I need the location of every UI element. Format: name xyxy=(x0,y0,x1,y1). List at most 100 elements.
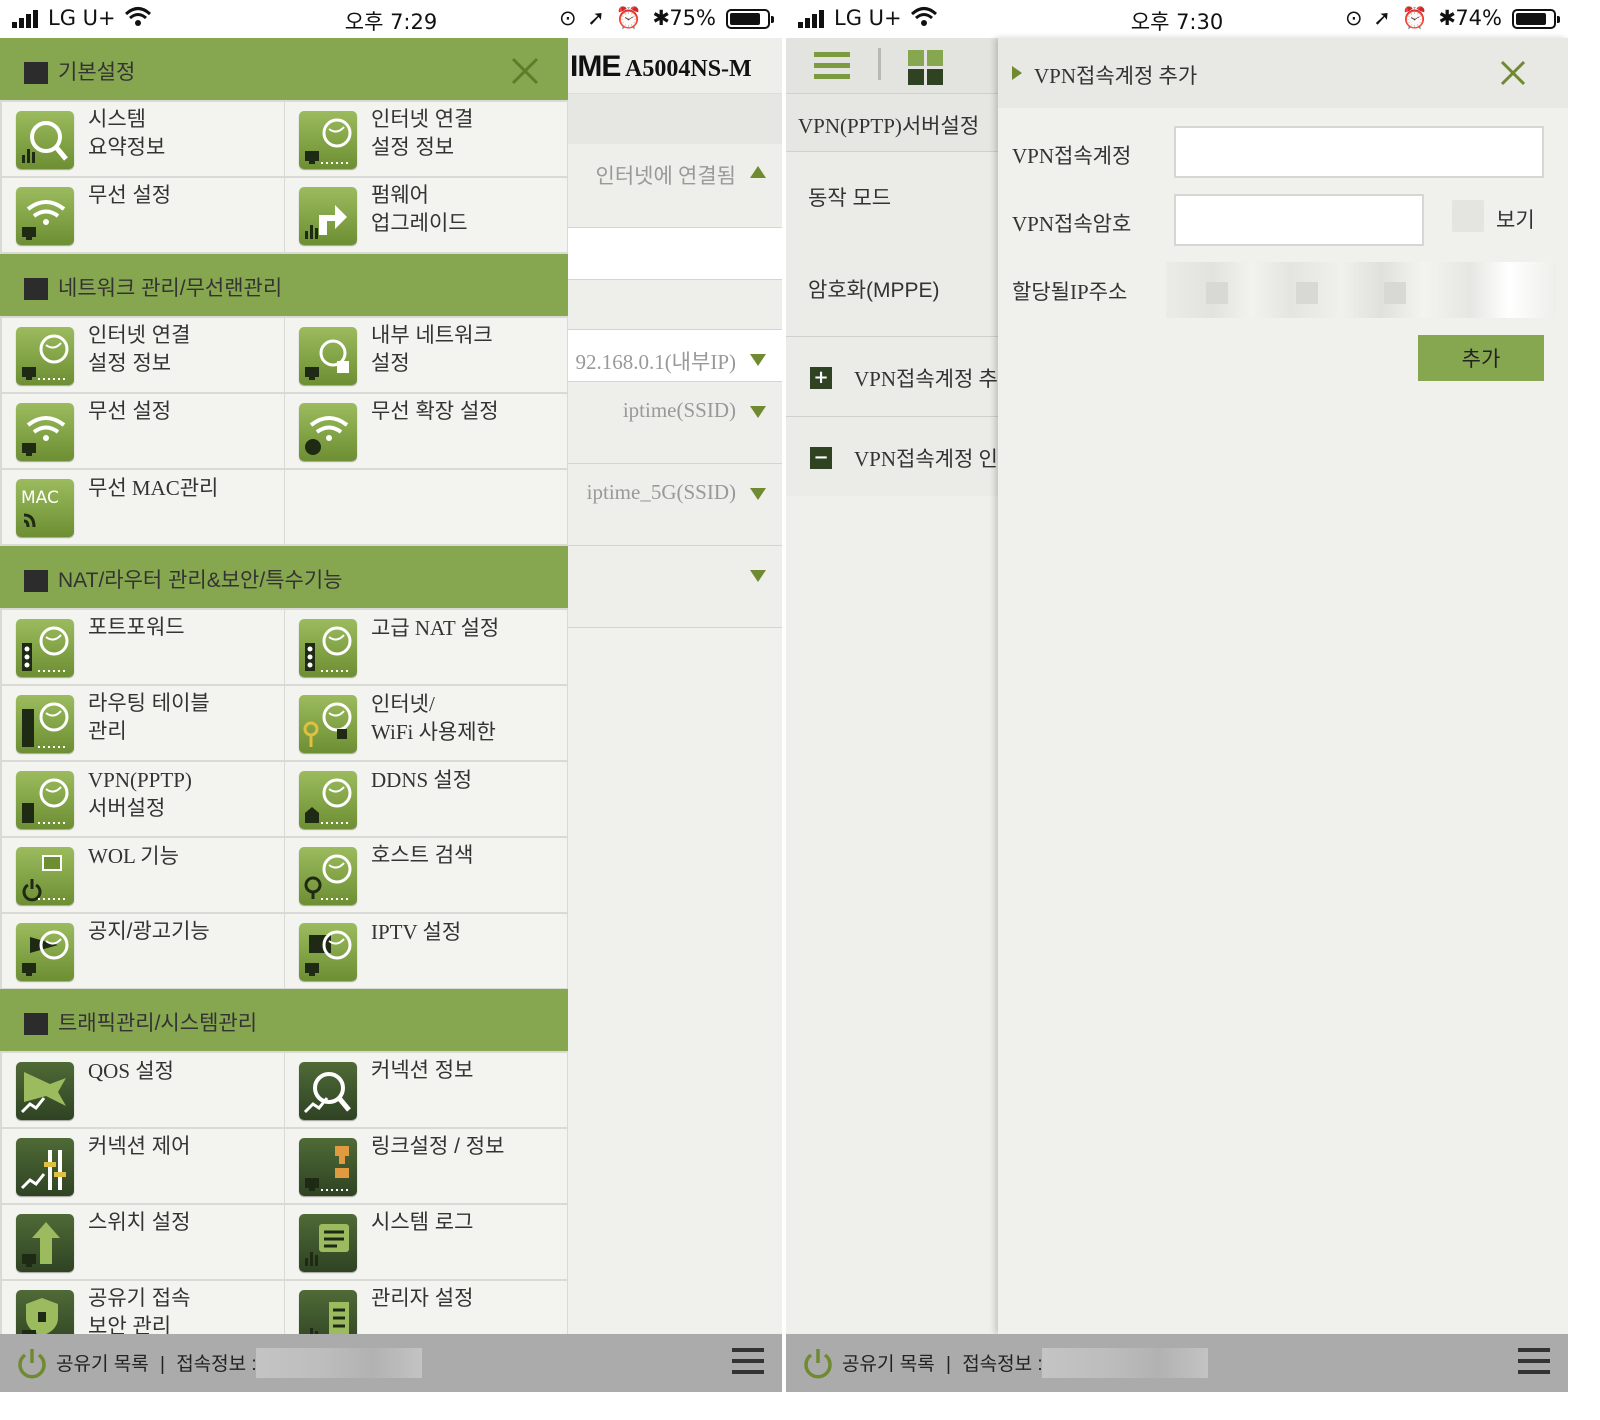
menu-item[interactable]: VPN(PPTP) 서버설정 xyxy=(2,762,284,836)
menu-item[interactable]: 무선 설정 xyxy=(2,394,284,468)
menu-item[interactable]: 링크설정 / 정보 xyxy=(285,1129,567,1203)
menu-item[interactable]: 커넥션 정보 xyxy=(285,1053,567,1127)
menu-item[interactable]: 스위치 설정 xyxy=(2,1205,284,1279)
menu-section-title: NAT/라우터 관리&보안/특수기능 xyxy=(58,569,343,592)
status-row[interactable]: 인터넷에 연결됨 xyxy=(568,144,782,228)
menu-item[interactable]: 무선 설정 xyxy=(2,178,284,252)
encryption-mppe-row[interactable]: 암호화(MPPE) xyxy=(786,244,998,336)
router-list-link[interactable]: 공유기 목록 xyxy=(56,1354,149,1375)
expand-arrow-icon[interactable] xyxy=(750,488,766,500)
logo-model: A5004NS-M xyxy=(625,56,752,82)
power-icon[interactable] xyxy=(16,1346,48,1380)
menu-item[interactable]: 포트포워드 xyxy=(2,610,284,684)
menu-icon[interactable] xyxy=(814,52,850,85)
menu-section-header: 트래픽관리/시스템관리 xyxy=(0,989,568,1051)
menu-item[interactable]: MAC 무선 MAC관리 xyxy=(2,470,284,544)
menu-item[interactable]: 내부 네트워크 설정 xyxy=(285,318,567,392)
add-vpn-account-row[interactable]: + VPN접속계정 추가 xyxy=(786,336,998,416)
close-icon[interactable] xyxy=(510,56,540,86)
status-row[interactable]: iptime(SSID) xyxy=(568,382,782,464)
menu-item[interactable]: 펌웨어 업그레이드 xyxy=(285,178,567,252)
close-icon[interactable] xyxy=(1500,60,1526,86)
logo-brand: IME xyxy=(570,50,621,83)
router-list-link[interactable]: 공유기 목록 xyxy=(842,1354,935,1375)
menu-item[interactable]: IPTV 설정 xyxy=(285,914,567,988)
status-bar: LG U+ 오후 7:30 ⊙ ➚ ⏰ ✱ 74% xyxy=(786,0,1568,38)
right-screen: LG U+ 오후 7:30 ⊙ ➚ ⏰ ✱ 74% VPN(PPTP)서버설정 … xyxy=(786,0,1568,1392)
advanced-nat-icon xyxy=(299,619,357,677)
access-info-redacted xyxy=(1042,1348,1208,1378)
system-log-icon xyxy=(299,1214,357,1272)
menu-item-label: 스위치 설정 xyxy=(88,1211,191,1234)
link-settings-icon xyxy=(299,1138,357,1196)
menu-item[interactable]: 인터넷 연결 설정 정보 xyxy=(285,102,567,176)
wireless-extension-icon xyxy=(299,403,357,461)
menu-item[interactable]: 라우팅 테이블 관리 xyxy=(2,686,284,760)
router-logo-header: IME A5004NS-M xyxy=(568,38,782,94)
triangle-bullet-icon xyxy=(1012,66,1022,80)
status-indicators: ⊙ ➚ ⏰ ✱ xyxy=(559,6,672,30)
menu-item-label: 고급 NAT 설정 xyxy=(371,616,500,640)
add-button[interactable]: 추가 xyxy=(1418,335,1544,381)
minus-icon: − xyxy=(810,447,832,469)
collapse-arrow-icon[interactable] xyxy=(750,166,766,178)
menu-item-label: 무선 설정 xyxy=(88,400,172,423)
show-password-label: 보기 xyxy=(1496,209,1535,232)
operation-mode-row[interactable]: 동작 모드 xyxy=(786,152,998,244)
expand-arrow-icon[interactable] xyxy=(750,354,766,366)
menu-item-label: 무선 확장 설정 xyxy=(371,400,499,423)
access-info-redacted xyxy=(256,1348,422,1378)
vpn-password-input[interactable] xyxy=(1174,194,1424,246)
menu-item[interactable]: DDNS 설정 xyxy=(285,762,567,836)
section-square-icon xyxy=(24,570,48,592)
menu-item-label: 인터넷 연결 설정 정보 xyxy=(88,324,191,375)
menu-item[interactable]: 인터넷 연결 설정 정보 xyxy=(2,318,284,392)
expand-arrow-icon[interactable] xyxy=(750,570,766,582)
status-row[interactable]: 92.168.0.1(내부IP) xyxy=(568,330,782,382)
menu-item[interactable]: 무선 확장 설정 xyxy=(285,394,567,468)
menu-item[interactable]: 고급 NAT 설정 xyxy=(285,610,567,684)
menu-item-label: 라우팅 테이블 관리 xyxy=(88,692,210,743)
expand-arrow-icon[interactable] xyxy=(750,406,766,418)
menu-item-label: 커넥션 정보 xyxy=(371,1059,474,1082)
page-title: VPN(PPTP)서버설정 xyxy=(786,94,998,152)
wol-icon xyxy=(16,847,74,905)
menu-item[interactable]: 공지/광고기능 xyxy=(2,914,284,988)
menu-item[interactable]: 호스트 검색 xyxy=(285,838,567,912)
status-row[interactable] xyxy=(568,546,782,628)
show-password-checkbox[interactable] xyxy=(1452,200,1484,232)
wireless-icon xyxy=(16,187,74,245)
menu-section-header: 기본설정 xyxy=(0,38,568,100)
hamburger-menu-icon[interactable] xyxy=(1518,1348,1550,1378)
menu-item[interactable]: 시스템 요약정보 xyxy=(2,102,284,176)
internet-connection-icon xyxy=(299,111,357,169)
vpn-account-label: VPN접속계정 xyxy=(1012,144,1132,168)
menu-item-label: 무선 설정 xyxy=(88,184,172,207)
menu-item[interactable]: 시스템 로그 xyxy=(285,1205,567,1279)
menu-item[interactable]: WOL 기능 xyxy=(2,838,284,912)
menu-item[interactable]: 인터넷/ WiFi 사용제한 xyxy=(285,686,567,760)
power-icon[interactable] xyxy=(802,1346,834,1380)
firmware-upgrade-icon xyxy=(299,187,357,245)
hamburger-menu-icon[interactable] xyxy=(732,1348,764,1378)
dashboard-grid-icon[interactable] xyxy=(908,50,944,86)
menu-item[interactable]: QOS 설정 xyxy=(2,1053,284,1127)
status-row[interactable]: iptime_5G(SSID) xyxy=(568,464,782,546)
menu-item-label: 인터넷/ WiFi 사용제한 xyxy=(371,692,496,744)
menu-item-label: 무선 MAC관리 xyxy=(88,476,219,500)
mac-icon: MAC xyxy=(16,479,74,537)
menu-item-label: 시스템 요약정보 xyxy=(88,108,166,159)
assigned-ip-label: 할당될IP주소 xyxy=(1012,280,1128,304)
switch-settings-icon xyxy=(16,1214,74,1272)
menu-item[interactable]: 커넥션 제어 xyxy=(2,1129,284,1203)
section-square-icon xyxy=(24,278,48,300)
vpn-account-list-row[interactable]: − VPN접속계정 인 xyxy=(786,416,998,496)
access-info-label: 접속정보 : xyxy=(176,1354,257,1375)
menu-item-label: 링크설정 / 정보 xyxy=(371,1135,505,1158)
status-row-value: iptime(SSID) xyxy=(622,398,736,422)
system-summary-icon xyxy=(16,111,74,169)
vpn-icon xyxy=(16,771,74,829)
vpn-account-input[interactable] xyxy=(1174,126,1544,178)
menu-section-header: 네트워크 관리/무선랜관리 xyxy=(0,254,568,316)
ddns-icon xyxy=(299,771,357,829)
